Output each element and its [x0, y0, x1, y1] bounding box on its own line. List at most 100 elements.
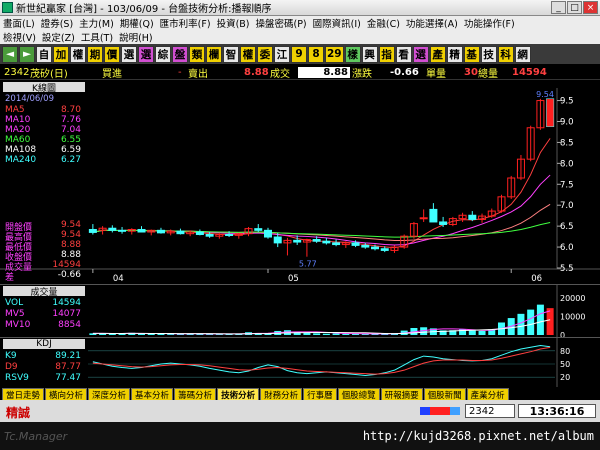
toolbar-button-5[interactable]: 選	[121, 45, 137, 63]
tab-7[interactable]: 行事曆	[303, 388, 337, 400]
menu-item-row1-10[interactable]: 功能操作(F)	[461, 16, 518, 30]
volume-bar	[342, 333, 350, 335]
ma-name: MA60	[5, 135, 31, 145]
analysis-tabs: 當日走勢 橫向分析 深度分析 基本分析 籌碼分析 技術分析 財務分析 行事曆 個股總覽 研報摘要個…	[0, 387, 600, 400]
menu-item-row1-3[interactable]: 期權(Q)	[117, 16, 157, 30]
toolbar-button-14[interactable]: 江	[274, 45, 290, 63]
toolbar-button-4[interactable]: 價	[104, 45, 120, 63]
menu-item-row2-1[interactable]: 設定(Z)	[39, 30, 78, 44]
maximize-button[interactable]: □	[567, 1, 582, 14]
tab-5[interactable]: 技術分析	[217, 388, 260, 400]
volume-bar	[332, 333, 340, 335]
menu-item-row2-2[interactable]: 工具(T)	[78, 30, 116, 44]
series-name: MV5	[5, 309, 25, 319]
toolbar-button-11[interactable]: 智	[223, 45, 239, 63]
toolbar-button-10[interactable]: 欄	[206, 45, 222, 63]
kd-chart[interactable]: 80 50 20	[0, 338, 600, 388]
candle-body	[176, 230, 185, 235]
series-value: 14594	[52, 298, 81, 308]
candle-body	[137, 228, 146, 233]
tab-3[interactable]: 基本分析	[131, 388, 174, 400]
candle-body	[225, 234, 234, 237]
series-value: 87.77	[55, 362, 81, 372]
series-label-d9: D9 87.77	[5, 362, 81, 372]
tab-9[interactable]: 研報摘要	[380, 388, 423, 400]
toolbar-button-21[interactable]: 看	[395, 45, 412, 63]
tab-0[interactable]: 當日走勢	[2, 388, 45, 400]
toolbar-button-19[interactable]: 興	[361, 45, 378, 63]
vol-label: 單量	[426, 68, 446, 80]
change-value: -0.66	[390, 66, 419, 78]
kd-title: KDJ	[3, 339, 85, 349]
toolbar-button-22[interactable]: 選	[412, 45, 429, 63]
toolbar-button-18[interactable]: 樣	[344, 45, 361, 63]
menu-item-row1-2[interactable]: 主力(M)	[76, 16, 117, 30]
toolbar-button-17[interactable]: 29	[325, 45, 344, 63]
candle-body	[195, 231, 204, 236]
kd-panel[interactable]: 80 50 20 KDJ K9 89.21 D9 87.77 RSV9 77.47	[0, 337, 600, 388]
toolbar-button-12[interactable]: 權	[240, 45, 256, 63]
toolbar-button-1[interactable]: 加	[53, 45, 69, 63]
tab-1[interactable]: 橫向分析	[45, 388, 88, 400]
forward-button[interactable]: ►	[19, 45, 35, 63]
toolbar-button-24[interactable]: 精	[446, 45, 463, 63]
menu-item-row1-9[interactable]: 功能選擇(A)	[403, 16, 461, 30]
toolbar-button-27[interactable]: 科	[497, 45, 514, 63]
broker-label: 精誠	[6, 406, 31, 420]
change-label: 漲跌	[352, 68, 372, 80]
price-tick-label: 5.5	[560, 264, 574, 274]
menu-item-row1-6[interactable]: 操盤密碼(P)	[253, 16, 310, 30]
menu-item-row1-8[interactable]: 金融(C)	[364, 16, 403, 30]
tab-2[interactable]: 深度分析	[88, 388, 131, 400]
menu-item-row2-3[interactable]: 說明(H)	[116, 30, 156, 44]
total-value: 30	[464, 66, 478, 78]
toolbar-button-2[interactable]: 權	[70, 45, 86, 63]
toolbar-button-7[interactable]: 綜	[155, 45, 171, 63]
toolbar-button-25[interactable]: 基	[463, 45, 480, 63]
volume-panel[interactable]: 20000 10000 0 成交量 VOL 14594 MV5 14077 MV10 8854	[0, 284, 600, 337]
toolbar-button-16[interactable]: 8	[308, 45, 324, 63]
toolbar-button-8[interactable]: 盤	[172, 45, 188, 63]
window-title: 新世紀贏家 [台灣] - 103/06/09 - 台盤技術分析:播報順序	[16, 4, 272, 15]
toolbar-button-15[interactable]: 9	[291, 45, 307, 63]
ma-name: MA5	[5, 105, 25, 115]
volume-chart[interactable]: 20000100000	[0, 285, 600, 337]
close-button[interactable]: ×	[583, 1, 598, 14]
back-button[interactable]: ◄	[2, 45, 18, 63]
toolbar-button-13[interactable]: 委	[257, 45, 273, 63]
code-input[interactable]: 2342	[465, 404, 515, 418]
toolbar-button-28[interactable]: 網	[514, 45, 531, 63]
candlestick-chart[interactable]: 9.5 9.0 8.5 8.0 7.5 7.0 6.5 6.0 5.5 04 05 06 9.54 5.7…	[0, 80, 600, 284]
toolbar-button-9[interactable]: 類	[189, 45, 205, 63]
menu-item-row2-0[interactable]: 檢視(V)	[0, 30, 39, 44]
tab-11[interactable]: 產業分析	[466, 388, 509, 400]
tab-8[interactable]: 個股總覽	[337, 388, 380, 400]
tab-4[interactable]: 籌碼分析	[174, 388, 217, 400]
minimize-button[interactable]: _	[551, 1, 566, 14]
toolbar-button-3[interactable]: 期	[87, 45, 103, 63]
ma-value: 7.04	[60, 125, 81, 135]
menu-item-row1-5[interactable]: 投資(B)	[214, 16, 253, 30]
buy-label: 買進	[102, 68, 122, 80]
menu-item-row1-4[interactable]: 匯市利率(F)	[157, 16, 214, 30]
candlestick-panel[interactable]: 9.5 9.0 8.5 8.0 7.5 7.0 6.5 6.0 5.5 04 05 06 9.54 5.7…	[0, 79, 600, 284]
candle-body	[439, 221, 448, 225]
toolbar-button-6[interactable]: 選	[138, 45, 154, 63]
tab-6[interactable]: 財務分析	[260, 388, 303, 400]
toolbar-button-23[interactable]: 產	[429, 45, 446, 63]
menu-item-row1-0[interactable]: 畫面(L)	[0, 16, 38, 30]
trade-value: 8.88	[244, 66, 269, 78]
toolbar-button-0[interactable]: 自	[36, 45, 52, 63]
tab-10[interactable]: 個股新聞	[423, 388, 466, 400]
menu-row-1: 畫面(L) 證券(S) 主力(M) 期權(Q) 匯市利率(F) 投資(B) 操盤密碼(P) 國…	[0, 16, 600, 30]
toolbar-button-20[interactable]: 指	[378, 45, 395, 63]
ma-name: MA240	[5, 155, 37, 165]
series-value: 8854	[58, 320, 81, 330]
toolbar-button-26[interactable]: 技	[480, 45, 497, 63]
price-tick-label: 9.0	[560, 117, 574, 127]
menu-item-row1-7[interactable]: 國際資訊(I)	[310, 16, 364, 30]
mv5-line	[92, 310, 551, 335]
series-value: 89.21	[55, 351, 81, 361]
series-name: K9	[5, 351, 17, 361]
menu-item-row1-1[interactable]: 證券(S)	[38, 16, 76, 30]
